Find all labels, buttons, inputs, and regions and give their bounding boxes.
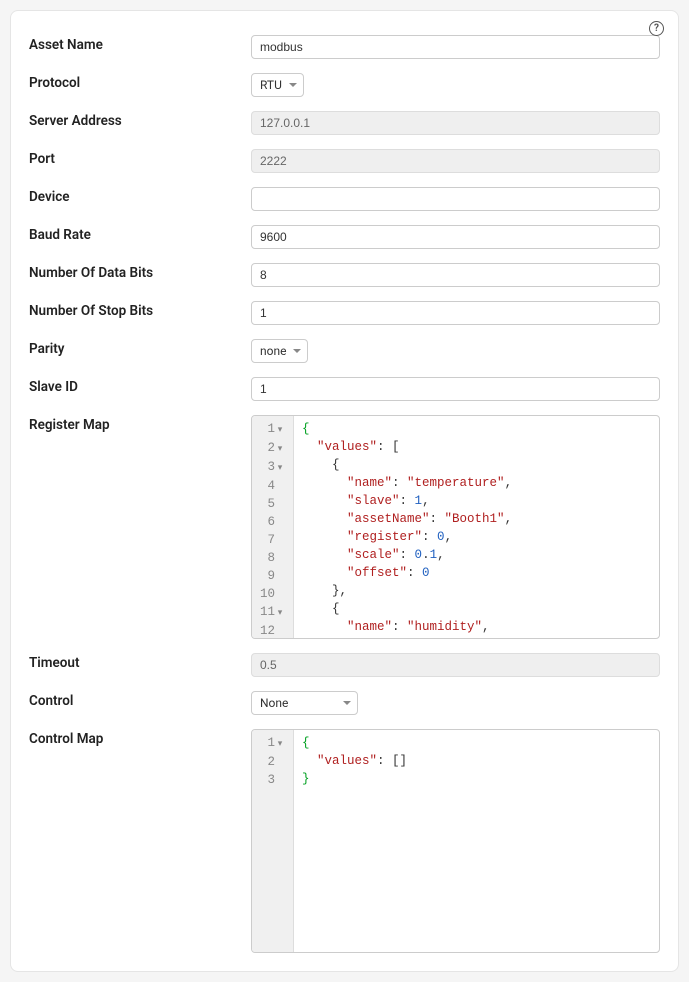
control-map-editor[interactable]: 1▾ 2 3 { "values": [] }	[251, 729, 660, 953]
label-baud-rate: Baud Rate	[29, 225, 251, 243]
timeout-input	[251, 653, 660, 677]
control-value: None	[260, 696, 288, 710]
register-gutter: 1▾ 2▾ 3▾ 4 5 6 7 8 9 10 11▾ 12	[252, 416, 294, 638]
server-address-input	[251, 111, 660, 135]
control-code[interactable]: { "values": [] }	[294, 730, 659, 952]
parity-select[interactable]: none	[251, 339, 308, 363]
label-stop-bits: Number Of Stop Bits	[29, 301, 251, 319]
label-device: Device	[29, 187, 251, 205]
register-code[interactable]: { "values": [ { "name": "temperature", "…	[294, 416, 659, 638]
label-control: Control	[29, 691, 251, 709]
baud-rate-input[interactable]	[251, 225, 660, 249]
label-timeout: Timeout	[29, 653, 251, 671]
help-icon[interactable]: ?	[649, 21, 664, 36]
protocol-value: RTU	[260, 78, 282, 92]
port-input	[251, 149, 660, 173]
register-map-editor[interactable]: 1▾ 2▾ 3▾ 4 5 6 7 8 9 10 11▾ 12 { "values…	[251, 415, 660, 639]
protocol-select[interactable]: RTU	[251, 73, 304, 97]
slave-id-input[interactable]	[251, 377, 660, 401]
label-parity: Parity	[29, 339, 251, 357]
chevron-down-icon	[293, 349, 301, 353]
label-register-map: Register Map	[29, 415, 251, 433]
chevron-down-icon	[343, 701, 351, 705]
chevron-down-icon	[289, 83, 297, 87]
label-server-address: Server Address	[29, 111, 251, 129]
label-control-map: Control Map	[29, 729, 251, 747]
control-gutter: 1▾ 2 3	[252, 730, 294, 952]
config-panel: ? Asset Name Protocol RTU Server Address…	[10, 10, 679, 972]
label-protocol: Protocol	[29, 73, 251, 91]
device-input[interactable]	[251, 187, 660, 211]
label-data-bits: Number Of Data Bits	[29, 263, 251, 281]
parity-value: none	[260, 344, 286, 358]
label-port: Port	[29, 149, 251, 167]
asset-name-input[interactable]	[251, 35, 660, 59]
control-select[interactable]: None	[251, 691, 358, 715]
label-asset-name: Asset Name	[29, 35, 251, 53]
stop-bits-input[interactable]	[251, 301, 660, 325]
data-bits-input[interactable]	[251, 263, 660, 287]
label-slave-id: Slave ID	[29, 377, 251, 395]
